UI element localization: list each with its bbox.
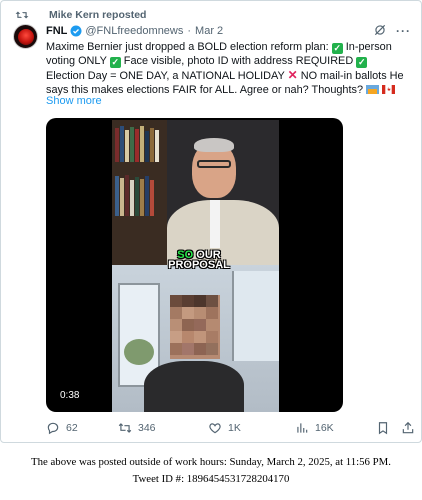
views-icon bbox=[297, 423, 308, 433]
verified-icon bbox=[70, 25, 82, 37]
repost-count: 346 bbox=[138, 422, 156, 434]
repost-label[interactable]: Mike Kern reposted bbox=[49, 9, 146, 21]
views-button[interactable]: 16K bbox=[295, 421, 334, 435]
grok-icon[interactable] bbox=[373, 23, 387, 37]
video-frame-guest bbox=[112, 265, 279, 412]
share-button[interactable] bbox=[401, 421, 421, 435]
ballot-emoji-icon bbox=[366, 85, 380, 94]
post-text: Maxime Bernier just dropped a BOLD elect… bbox=[46, 41, 404, 96]
post-header: FNL @FNLfreedomnews · Mar 2 bbox=[46, 24, 223, 38]
video-player[interactable]: SO OUR PROPOSAL 0:38 bbox=[46, 118, 343, 412]
post-date[interactable]: Mar 2 bbox=[195, 25, 223, 37]
check-icon: ✓ bbox=[331, 43, 343, 54]
like-button[interactable]: 1K bbox=[208, 421, 241, 435]
canada-flag-icon bbox=[382, 85, 396, 94]
check-icon: ✓ bbox=[356, 57, 368, 68]
repost-icon bbox=[15, 11, 29, 19]
like-icon bbox=[209, 423, 221, 434]
share-icon bbox=[402, 421, 414, 434]
like-count: 1K bbox=[228, 422, 241, 434]
video-timestamp: 0:38 bbox=[60, 390, 80, 401]
check-icon: ✓ bbox=[109, 57, 121, 68]
cross-icon: ✕ bbox=[287, 68, 298, 82]
handle[interactable]: @FNLfreedomnews bbox=[85, 25, 183, 37]
footer-posted-note: The above was posted outside of work hou… bbox=[31, 456, 391, 468]
reply-icon bbox=[47, 422, 59, 435]
separator: · bbox=[187, 25, 192, 37]
display-name[interactable]: FNL bbox=[46, 25, 67, 37]
pixelated-face bbox=[170, 295, 220, 359]
avatar[interactable] bbox=[13, 24, 38, 49]
reply-button[interactable]: 62 bbox=[46, 421, 78, 435]
bookmark-icon bbox=[378, 422, 388, 435]
bookmark-button[interactable] bbox=[376, 421, 396, 435]
action-bar: 62 346 1K 16K bbox=[46, 421, 418, 437]
post-card[interactable]: Mike Kern reposted FNL @FNLfreedomnews ·… bbox=[0, 0, 422, 443]
repost-button[interactable]: 346 bbox=[118, 421, 156, 435]
retweet-icon bbox=[118, 423, 132, 433]
footer-tweet-id: Tweet ID #: 1896454531728204170 bbox=[132, 473, 290, 485]
reply-count: 62 bbox=[66, 422, 78, 434]
show-more-link[interactable]: Show more bbox=[46, 95, 102, 107]
views-count: 16K bbox=[315, 422, 334, 434]
more-icon[interactable]: ··· bbox=[396, 24, 411, 38]
video-caption: SO OUR PROPOSAL bbox=[168, 249, 230, 271]
video-frame-speaker bbox=[112, 120, 279, 265]
repost-header: Mike Kern reposted bbox=[15, 8, 146, 22]
